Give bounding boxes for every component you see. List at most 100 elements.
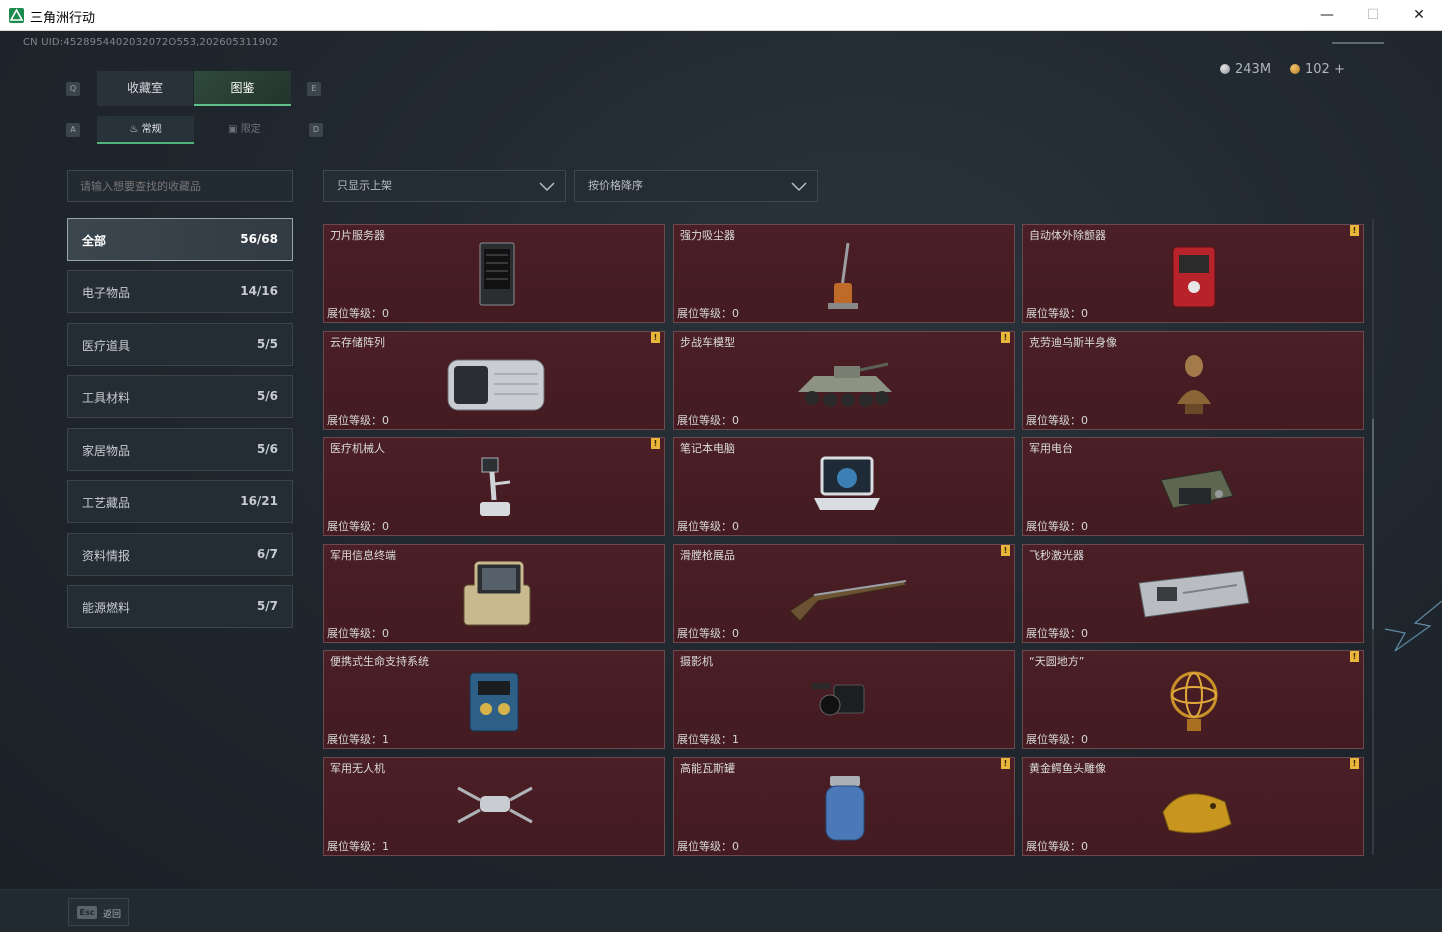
collectible-card[interactable]: 军用无人机 展位等级：1	[323, 757, 665, 856]
search-input[interactable]	[67, 170, 293, 202]
exhibit-level: 展位等级：1	[327, 840, 389, 853]
bust-icon	[1177, 355, 1211, 414]
tab-atlas[interactable]: 图鉴	[194, 71, 291, 106]
collectible-name: 强力吸尘器	[680, 229, 735, 242]
alert-badge: !	[1350, 651, 1359, 662]
collectible-card[interactable]: 笔记本电脑展位等级：0	[673, 437, 1015, 536]
silver-amount: 243M	[1235, 62, 1272, 77]
category-energy[interactable]: 能源燃料 5/7	[67, 585, 293, 628]
key-hint-e: E	[307, 82, 321, 96]
category-count: 16/21	[240, 494, 278, 508]
sort-value: 按价格降序	[588, 179, 643, 192]
bottom-bar: Esc 返回	[0, 889, 1442, 932]
collectible-card[interactable]: 军用信息终端 展位等级：0	[323, 544, 665, 643]
exhibit-level: 展位等级：0	[1026, 733, 1088, 746]
minimize-button[interactable]: —	[1304, 0, 1350, 31]
top-divider	[1332, 42, 1384, 44]
category-intel[interactable]: 资料情报 6/7	[67, 533, 293, 576]
drone-icon	[457, 786, 533, 824]
category-tools[interactable]: 工具材料 5/6	[67, 375, 293, 418]
exhibit-level: 展位等级：0	[327, 414, 389, 427]
collectible-name: 飞秒激光器	[1029, 549, 1084, 562]
vacuum-icon	[828, 242, 858, 309]
lightning-decoration	[1384, 600, 1442, 652]
collectible-name: 高能瓦斯罐	[680, 762, 735, 775]
collectible-card[interactable]: 飞秒激光器 展位等级：0	[1022, 544, 1364, 643]
key-hint-a: A	[66, 123, 80, 137]
uid-label: CN UID:4528954402032072O553,202605311902	[23, 37, 279, 48]
collectible-card[interactable]: “天圆地方” 展位等级：0!	[1022, 650, 1364, 749]
category-label: 工具材料	[82, 391, 131, 405]
exhibit-level: 展位等级：0	[1026, 840, 1088, 853]
exhibit-level: 展位等级：0	[677, 520, 739, 533]
collectible-card[interactable]: 便携式生命支持系统 展位等级：1	[323, 650, 665, 749]
subtab-normal[interactable]: ♨ 常规	[97, 116, 194, 144]
collectible-name: 笔记本电脑	[680, 442, 735, 455]
sort-dropdown[interactable]: 按价格降序	[574, 170, 818, 202]
window-title: 三角洲行动	[30, 11, 96, 26]
military-radio-icon	[1160, 469, 1234, 509]
exhibit-level: 展位等级：0	[1026, 414, 1088, 427]
croc-statue-icon	[1162, 793, 1232, 834]
collectible-card[interactable]: 滑膛枪展品 展位等级：0!	[673, 544, 1015, 643]
gold-coin-icon	[1290, 64, 1300, 74]
alert-badge: !	[651, 332, 660, 343]
alert-badge: !	[651, 438, 660, 449]
image-icon: ▣	[228, 124, 241, 135]
collectible-card[interactable]: 军用电台 展位等级：0	[1022, 437, 1364, 536]
collectible-name: 滑膛枪展品	[680, 549, 735, 562]
grid-scrollbar-thumb[interactable]	[1372, 419, 1374, 629]
gold-currency[interactable]: 102 +	[1290, 62, 1345, 77]
collectible-card[interactable]: 步战车模型展位等级：0!	[673, 331, 1015, 430]
collectible-name: 步战车模型	[680, 336, 735, 349]
storage-array-icon	[447, 359, 545, 411]
maximize-button[interactable]: ☐	[1350, 0, 1396, 31]
collectible-card[interactable]: 刀片服务器展位等级：0	[323, 224, 665, 323]
collectible-card[interactable]: 高能瓦斯罐 展位等级：0!	[673, 757, 1015, 856]
collectible-card[interactable]: 强力吸尘器 展位等级：0	[673, 224, 1015, 323]
military-terminal-icon	[463, 561, 531, 626]
collectible-name: 刀片服务器	[330, 229, 385, 242]
collectible-card[interactable]: 黄金鳄鱼头雕像 展位等级：0!	[1022, 757, 1364, 856]
back-button[interactable]: Esc 返回	[68, 898, 129, 926]
subtab-normal-label: 常规	[141, 124, 162, 135]
category-crafts[interactable]: 工艺藏品 16/21	[67, 480, 293, 523]
medical-robot-icon	[480, 457, 511, 516]
subtab-limited[interactable]: ▣ 限定	[196, 116, 293, 144]
exhibit-level: 展位等级：1	[327, 733, 389, 746]
gas-canister-icon	[825, 776, 865, 841]
shelf-filter-value: 只显示上架	[337, 179, 392, 192]
collectible-name: “天圆地方”	[1029, 655, 1085, 668]
shelf-filter-dropdown[interactable]: 只显示上架	[323, 170, 566, 202]
collectible-card[interactable]: 云存储阵列展位等级：0!	[323, 331, 665, 430]
category-label: 全部	[82, 234, 107, 248]
category-count: 56/68	[240, 232, 278, 246]
category-household[interactable]: 家居物品 5/6	[67, 428, 293, 471]
collectible-card[interactable]: 自动体外除颤器 展位等级：0!	[1022, 224, 1364, 323]
category-label: 医疗道具	[82, 339, 131, 353]
alert-badge: !	[1350, 758, 1359, 769]
collectible-name: 便携式生命支持系统	[330, 655, 429, 668]
exhibit-level: 展位等级：0	[327, 307, 389, 320]
category-medical[interactable]: 医疗道具 5/5	[67, 323, 293, 366]
collectible-card[interactable]: 克劳迪乌斯半身像 展位等级：0	[1022, 331, 1364, 430]
alert-badge: !	[1001, 758, 1010, 769]
category-all[interactable]: 全部 56/68	[67, 218, 293, 261]
close-button[interactable]: ✕	[1396, 0, 1442, 31]
tab-collection-room[interactable]: 收藏室	[97, 71, 193, 106]
collectible-name: 克劳迪乌斯半身像	[1029, 336, 1117, 349]
gold-amount: 102 +	[1305, 62, 1345, 77]
chevron-down-icon	[539, 182, 555, 192]
exhibit-level: 展位等级：0	[677, 414, 739, 427]
collectible-name: 云存储阵列	[330, 336, 385, 349]
collectible-name: 军用信息终端	[330, 549, 396, 562]
exhibit-level: 展位等级：1	[677, 733, 739, 746]
collectible-card[interactable]: 医疗机械人 展位等级：0!	[323, 437, 665, 536]
category-electronics[interactable]: 电子物品 14/16	[67, 270, 293, 313]
alert-badge: !	[1001, 332, 1010, 343]
collectible-card[interactable]: 摄影机 展位等级：1	[673, 650, 1015, 749]
alert-badge: !	[1350, 225, 1359, 236]
defibrillator-icon	[1172, 246, 1216, 308]
collectible-name: 黄金鳄鱼头雕像	[1029, 762, 1106, 775]
collectible-name: 自动体外除颤器	[1029, 229, 1106, 242]
